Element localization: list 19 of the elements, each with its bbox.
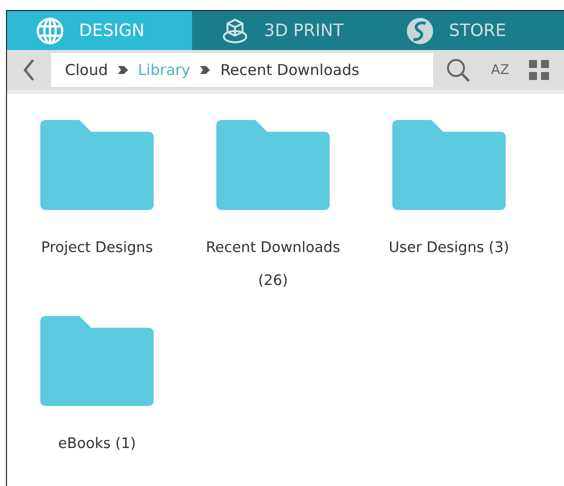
globe-icon xyxy=(35,16,65,46)
grid-icon xyxy=(529,60,550,80)
chevron-icon xyxy=(200,66,210,74)
folder-icon[interactable] xyxy=(391,120,507,210)
search-icon xyxy=(445,57,471,83)
folder-name: Project Designs xyxy=(40,239,154,258)
breadcrumb-link[interactable]: Library xyxy=(138,61,190,79)
tab[interactable]: DESIGN xyxy=(7,11,192,50)
folder-icon[interactable] xyxy=(215,120,331,210)
breadcrumb-link[interactable]: Cloud xyxy=(65,61,108,79)
folder-name: Recent Downloads (26) xyxy=(204,239,342,291)
folder-name: eBooks (1) xyxy=(57,435,137,454)
breadcrumb-link[interactable]: Recent Downloads xyxy=(220,61,360,79)
chevron-icon xyxy=(118,66,128,74)
back-icon xyxy=(22,58,36,82)
folder-name: User Designs (3) xyxy=(388,239,510,258)
folder-icon[interactable] xyxy=(39,316,155,406)
logo-icon xyxy=(405,16,435,46)
folder-icon[interactable] xyxy=(39,120,155,210)
